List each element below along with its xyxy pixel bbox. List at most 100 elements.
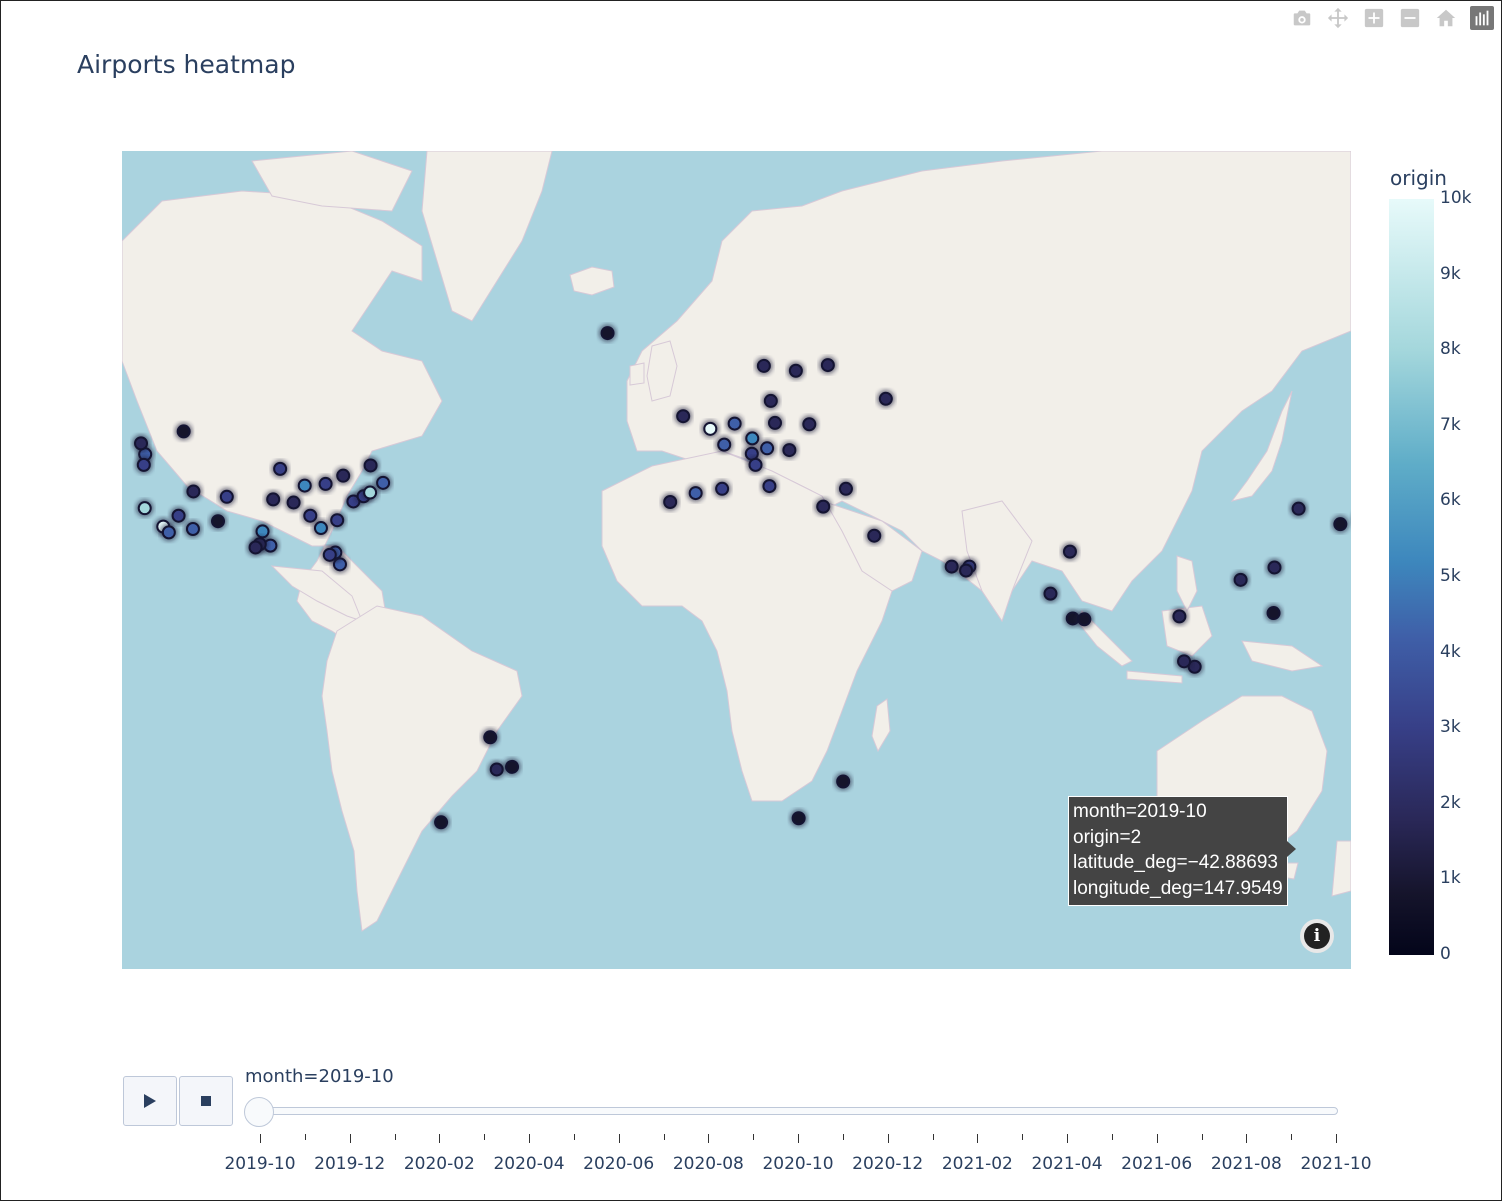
- slider-tick-label: 2021-04: [1031, 1154, 1103, 1174]
- density-point[interactable]: [715, 481, 730, 496]
- density-point[interactable]: [676, 409, 691, 424]
- slider-grip[interactable]: [244, 1097, 274, 1127]
- slider-rail[interactable]: [258, 1107, 1338, 1115]
- density-point[interactable]: [1043, 586, 1058, 601]
- density-point[interactable]: [1233, 572, 1248, 587]
- density-point[interactable]: [330, 513, 345, 528]
- new-guinea: [1241, 640, 1324, 672]
- density-point[interactable]: [820, 358, 835, 373]
- colorbar-gradient: [1389, 199, 1434, 955]
- density-point[interactable]: [363, 458, 378, 473]
- density-point[interactable]: [788, 363, 803, 378]
- density-point[interactable]: [762, 479, 777, 494]
- density-point[interactable]: [137, 501, 152, 516]
- density-point[interactable]: [767, 415, 782, 430]
- density-point[interactable]: [600, 326, 615, 341]
- density-point[interactable]: [286, 495, 301, 510]
- density-point[interactable]: [136, 457, 151, 472]
- density-point[interactable]: [760, 441, 775, 456]
- density-point[interactable]: [483, 730, 498, 745]
- density-point[interactable]: [434, 815, 449, 830]
- density-point[interactable]: [186, 484, 201, 499]
- slider-tick-label: 2020-06: [583, 1154, 655, 1174]
- density-point[interactable]: [1077, 612, 1092, 627]
- density-point[interactable]: [185, 522, 200, 537]
- play-icon: [144, 1094, 156, 1108]
- slider-minor-tick: [842, 1134, 844, 1140]
- density-point[interactable]: [802, 417, 817, 432]
- density-point[interactable]: [1266, 606, 1281, 621]
- stop-icon: [201, 1096, 211, 1106]
- density-point[interactable]: [663, 494, 678, 509]
- slider-minor-tick: [394, 1134, 396, 1140]
- density-point[interactable]: [1333, 517, 1348, 532]
- density-point[interactable]: [836, 774, 851, 789]
- zoom-in-icon[interactable]: [1362, 6, 1386, 30]
- density-point[interactable]: [161, 525, 176, 540]
- density-point[interactable]: [1172, 609, 1187, 624]
- density-point[interactable]: [944, 559, 959, 574]
- density-point[interactable]: [134, 436, 149, 451]
- pan-icon[interactable]: [1326, 6, 1350, 30]
- density-point[interactable]: [1177, 654, 1192, 669]
- density-point[interactable]: [878, 391, 893, 406]
- colorbar-title: origin: [1390, 166, 1447, 190]
- density-point[interactable]: [266, 492, 281, 507]
- density-point[interactable]: [717, 437, 732, 452]
- home-icon[interactable]: [1434, 6, 1458, 30]
- density-point[interactable]: [959, 563, 974, 578]
- slider-minor-tick: [484, 1134, 486, 1140]
- density-point[interactable]: [322, 547, 337, 562]
- density-point[interactable]: [688, 486, 703, 501]
- zoom-out-icon[interactable]: [1398, 6, 1422, 30]
- slider-major-tick: [1156, 1134, 1158, 1143]
- density-point[interactable]: [176, 424, 191, 439]
- density-point[interactable]: [303, 508, 318, 523]
- slider-major-tick: [529, 1134, 530, 1143]
- play-button[interactable]: [123, 1076, 177, 1126]
- density-point[interactable]: [363, 485, 378, 500]
- density-point[interactable]: [867, 528, 882, 543]
- density-point[interactable]: [748, 457, 763, 472]
- density-point[interactable]: [336, 468, 351, 483]
- slider-tick-label: 2020-02: [403, 1154, 475, 1174]
- slider-major-tick: [977, 1134, 979, 1143]
- map-attribution-button[interactable]: i: [1300, 919, 1334, 953]
- density-point[interactable]: [727, 416, 742, 431]
- slider-tick-label: 2020-04: [493, 1154, 565, 1174]
- density-point[interactable]: [376, 475, 391, 490]
- slider-minor-tick: [573, 1134, 575, 1140]
- density-point[interactable]: [745, 431, 760, 446]
- density-point[interactable]: [782, 443, 797, 458]
- density-point[interactable]: [505, 759, 520, 774]
- density-point[interactable]: [703, 421, 718, 436]
- density-point[interactable]: [1062, 544, 1077, 559]
- density-point[interactable]: [297, 478, 312, 493]
- stop-button[interactable]: [179, 1076, 233, 1126]
- modebar: [1290, 6, 1494, 30]
- slider-minor-tick: [753, 1134, 755, 1140]
- density-point[interactable]: [1267, 560, 1282, 575]
- slider-minor-tick: [1291, 1134, 1293, 1140]
- slider-minor-tick: [304, 1134, 306, 1140]
- density-point[interactable]: [273, 461, 288, 476]
- density-point[interactable]: [313, 521, 328, 536]
- slider-major-tick: [1336, 1134, 1337, 1143]
- density-point[interactable]: [816, 499, 831, 514]
- hover-tooltip: month=2019-10 origin=2 latitude_deg=−42.…: [1068, 796, 1296, 906]
- density-point[interactable]: [756, 358, 771, 373]
- density-point[interactable]: [838, 481, 853, 496]
- density-point[interactable]: [318, 476, 333, 491]
- density-point[interactable]: [248, 540, 263, 555]
- density-point[interactable]: [791, 811, 806, 826]
- density-point[interactable]: [763, 393, 778, 408]
- density-point[interactable]: [489, 762, 504, 777]
- slider-tick-label: 2020-12: [852, 1154, 924, 1174]
- camera-icon[interactable]: [1290, 6, 1314, 30]
- density-point[interactable]: [211, 514, 226, 529]
- colorbar-tick-label: 6k: [1440, 490, 1461, 511]
- density-point[interactable]: [171, 508, 186, 523]
- density-point[interactable]: [1291, 501, 1306, 516]
- density-point[interactable]: [219, 489, 234, 504]
- plotly-logo-icon[interactable]: [1470, 6, 1494, 30]
